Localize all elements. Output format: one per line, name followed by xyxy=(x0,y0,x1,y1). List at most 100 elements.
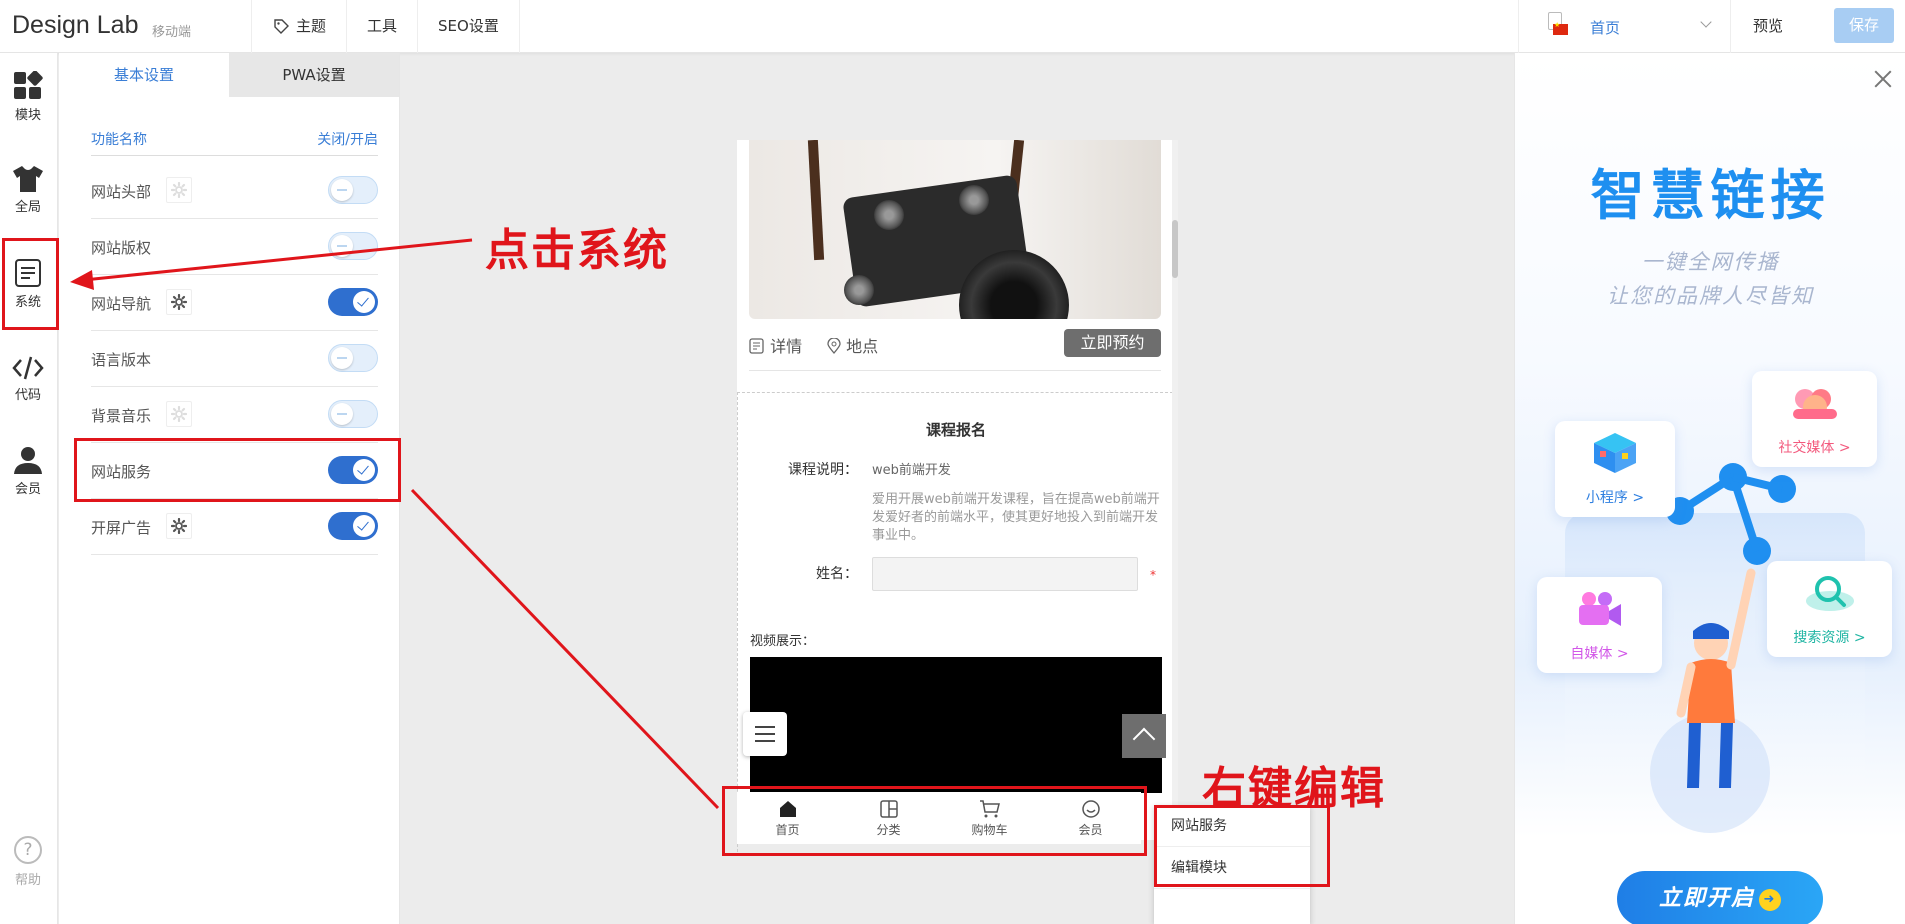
page-select-value: 首页 xyxy=(1590,19,1621,37)
location-link[interactable]: 地点 xyxy=(827,333,878,357)
promo-cta-label: 立即开启 xyxy=(1658,886,1755,911)
user-icon xyxy=(14,447,42,474)
annotation-box-system xyxy=(2,238,59,330)
promo-card-social-media[interactable]: 社交媒体 > xyxy=(1752,371,1877,467)
name-input[interactable] xyxy=(872,557,1138,591)
annotation-box-context-menu xyxy=(1154,805,1330,887)
course-desc-value: web前端开发 xyxy=(872,463,951,478)
promo-subtitle-1: 一键全网传播 xyxy=(1641,250,1780,274)
detail-icon xyxy=(749,338,764,354)
promo-title: 智慧链接 xyxy=(1590,164,1831,227)
toggle-switch[interactable] xyxy=(328,232,378,260)
tab-basic-settings[interactable]: 基本设置 xyxy=(59,53,229,97)
sidebar-item-member[interactable]: 会员 xyxy=(0,445,56,497)
detail-link[interactable]: 详情 xyxy=(749,333,802,357)
page-select[interactable]: 首页 xyxy=(1518,0,1731,53)
gear-icon[interactable] xyxy=(166,513,192,539)
top-bar: Design Lab 移动端 主题 工具 SEO设置 首页 预览 保存 xyxy=(0,0,1905,175)
mobile-preview-canvas: 详情 地点 立即预约 课程报名 课程说明： web前端开发 爱用开展web前端开… xyxy=(737,140,1177,852)
settings-row: 开屏广告 xyxy=(91,499,378,555)
settings-row: 背景音乐 xyxy=(91,387,378,443)
global-label: 全局 xyxy=(14,200,41,215)
annotation-click-system: 点击系统 xyxy=(485,225,669,276)
course-desc-label: 课程说明： xyxy=(788,462,858,478)
header-toggle: 关闭/开启 xyxy=(317,132,378,148)
book-now-button[interactable]: 立即预约 xyxy=(1064,329,1161,357)
promo-card-mini-program[interactable]: 小程序 > xyxy=(1555,421,1675,517)
modules-icon xyxy=(14,71,43,99)
sidebar-item-code[interactable]: 代码 xyxy=(0,355,56,403)
settings-row-label: 网站版权 xyxy=(91,239,152,257)
required-mark: * xyxy=(1150,568,1156,582)
app-logo: Design Lab xyxy=(12,11,139,39)
settings-tabs: 基本设置 PWA设置 xyxy=(59,53,400,97)
code-label: 代码 xyxy=(14,388,41,403)
promo-card-search[interactable]: 搜索资源 > xyxy=(1767,561,1892,657)
annotation-box-site-service xyxy=(74,438,401,502)
promo-card-self-media[interactable]: 自媒体 > xyxy=(1537,577,1662,673)
card-search-label: 搜索资源 > xyxy=(1793,630,1866,646)
promo-start-button[interactable]: 立即开启 ➜ xyxy=(1617,871,1823,924)
tools-label: 工具 xyxy=(367,17,398,35)
chat-bubbles-icon xyxy=(1792,389,1837,419)
icon-sidebar: 模块 全局 系统 代码 会员 ? 帮助 xyxy=(0,53,58,924)
modules-label: 模块 xyxy=(14,108,41,123)
annotation-right-click-edit: 右键编辑 xyxy=(1202,763,1386,814)
name-label: 姓名： xyxy=(816,566,858,582)
annotation-box-bottom-nav xyxy=(722,786,1147,856)
settings-row-label: 网站导航 xyxy=(91,295,152,313)
toggle-switch[interactable] xyxy=(328,344,378,372)
camera-photo xyxy=(749,140,1161,319)
help-icon: ? xyxy=(14,836,42,864)
theme-label: 主题 xyxy=(296,17,327,35)
settings-row: 网站导航 xyxy=(91,275,378,331)
map-pin-icon xyxy=(827,337,841,354)
sidebar-item-global[interactable]: 全局 xyxy=(0,165,56,215)
video-label: 视频展示： xyxy=(750,634,816,649)
gear-icon[interactable] xyxy=(166,289,192,315)
settings-row-label: 网站头部 xyxy=(91,183,152,201)
member-label: 会员 xyxy=(14,482,41,497)
video-player[interactable] xyxy=(750,657,1162,793)
preview-button[interactable]: 预览 xyxy=(1732,0,1804,53)
menu-fab-button[interactable] xyxy=(743,712,787,756)
tab-pwa-settings[interactable]: PWA设置 xyxy=(229,53,399,97)
arrow-right-icon: ➜ xyxy=(1759,889,1781,911)
toggle-switch[interactable] xyxy=(328,512,378,540)
toggle-switch[interactable] xyxy=(328,400,378,428)
preview-scrollbar[interactable] xyxy=(1172,140,1178,840)
settings-row-label: 语言版本 xyxy=(91,351,152,369)
mobile-mode-indicator[interactable]: 移动端 xyxy=(152,21,898,175)
course-signup-form: 课程报名 课程说明： web前端开发 爱用开展web前端开发课程，旨在提高web… xyxy=(737,392,1173,852)
help-button[interactable]: ? 帮助 xyxy=(0,836,56,888)
toggle-switch[interactable] xyxy=(328,288,378,316)
close-icon[interactable] xyxy=(1873,69,1893,89)
video-camera-icon xyxy=(1578,592,1621,626)
sidebar-item-modules[interactable]: 模块 xyxy=(0,71,56,123)
seo-label: SEO设置 xyxy=(438,17,499,35)
gear-icon xyxy=(166,177,192,203)
cube-icon xyxy=(1594,433,1636,473)
gear-icon xyxy=(166,401,192,427)
card-mini-label: 小程序 > xyxy=(1585,490,1645,506)
header-function-name: 功能名称 xyxy=(91,132,147,148)
card-social-label: 社交媒体 > xyxy=(1778,440,1851,456)
code-icon xyxy=(12,356,44,380)
settings-table-header: 功能名称 关闭/开启 xyxy=(91,129,378,156)
tools-menu[interactable]: 工具 xyxy=(347,0,419,53)
back-to-top-button[interactable] xyxy=(1122,714,1166,758)
toggle-switch[interactable] xyxy=(328,176,378,204)
seo-settings-menu[interactable]: SEO设置 xyxy=(418,0,520,53)
settings-row-label: 背景音乐 xyxy=(91,407,152,425)
promo-panel: 智慧链接 一键全网传播 让您的品牌人尽皆知 小程序 > 社交媒体 > 自媒体 > xyxy=(1514,53,1905,924)
top-nav: 主题 工具 SEO设置 xyxy=(251,0,520,53)
theme-menu[interactable]: 主题 xyxy=(252,0,348,53)
form-title: 课程报名 xyxy=(925,421,986,439)
course-desc-text: 爱用开展web前端开发课程，旨在提高web前端开发爱好者的前端水平，使其更好地投… xyxy=(872,492,1160,543)
save-button[interactable]: 保存 xyxy=(1834,8,1894,43)
detail-label: 详情 xyxy=(770,337,803,356)
card-self-media-label: 自媒体 > xyxy=(1570,646,1629,662)
promo-subtitle-2: 让您的品牌人尽皆知 xyxy=(1607,284,1814,308)
settings-row-label: 开屏广告 xyxy=(91,519,152,537)
settings-row: 网站头部 xyxy=(91,163,378,219)
